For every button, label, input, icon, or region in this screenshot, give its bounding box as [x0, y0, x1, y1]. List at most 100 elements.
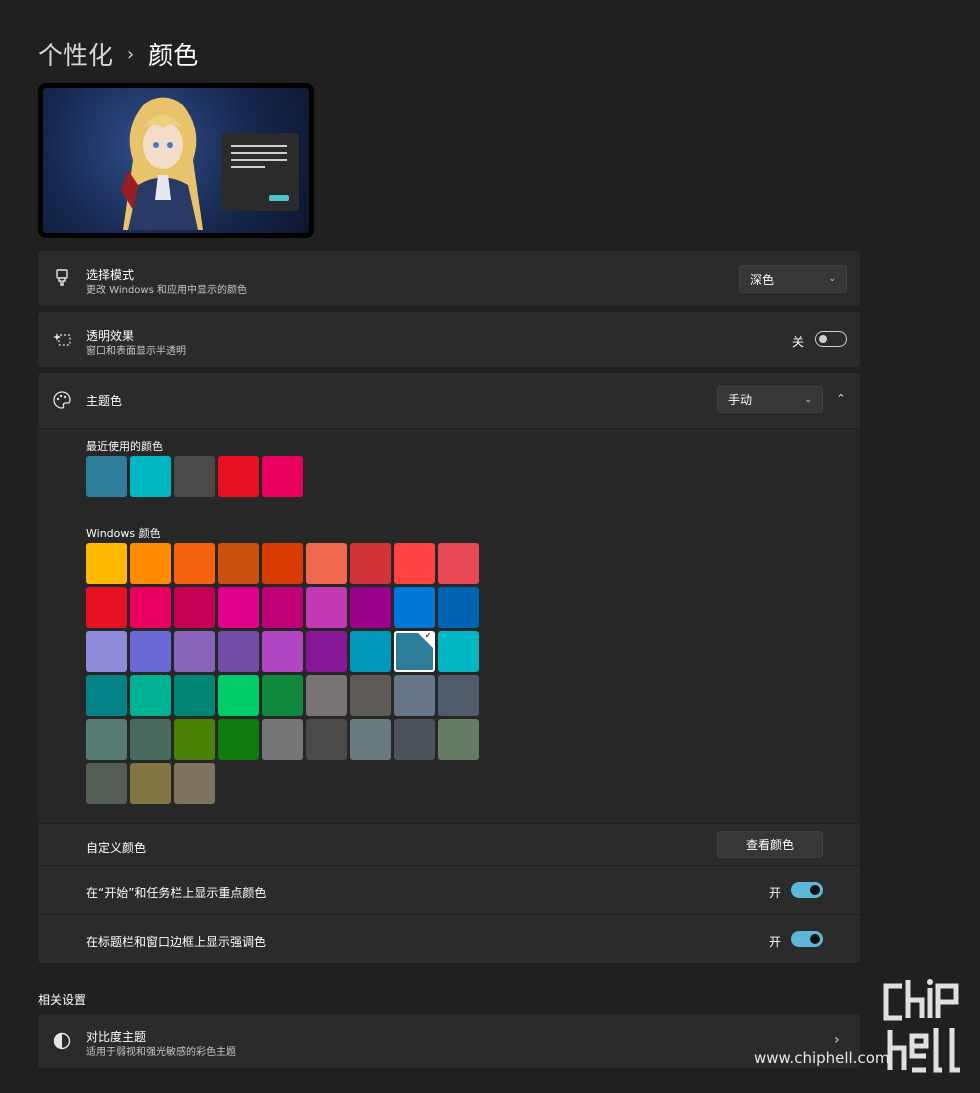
show-accent-on-start-label: 在“开始”和任务栏上显示重点颜色: [86, 886, 267, 900]
contrast-themes-subtitle: 适用于弱视和强光敏感的彩色主题: [86, 1047, 236, 1058]
color-swatch[interactable]: [218, 587, 259, 628]
desktop-preview-wallpaper: [43, 88, 309, 233]
custom-color-label: 自定义颜色: [86, 841, 147, 855]
color-swatch[interactable]: [174, 763, 215, 804]
transparency-toggle-state: 关: [792, 335, 805, 349]
preview-line: [231, 159, 287, 161]
color-swatch[interactable]: [86, 543, 127, 584]
contrast-themes-card[interactable]: 对比度主题 适用于弱视和强光敏感的彩色主题 ›: [38, 1014, 860, 1068]
checkmark-icon: ✓: [418, 633, 433, 648]
color-swatch[interactable]: [130, 763, 171, 804]
color-swatch[interactable]: [438, 719, 479, 760]
color-swatch[interactable]: [438, 631, 479, 672]
color-swatch[interactable]: [130, 456, 171, 497]
color-swatch[interactable]: [262, 587, 303, 628]
toggle-knob: [810, 885, 820, 895]
chevron-down-icon: ⌄: [804, 394, 812, 405]
theme-preview: [38, 83, 314, 238]
color-swatch[interactable]: [438, 543, 479, 584]
color-swatch[interactable]: [130, 631, 171, 672]
show-accent-on-title-bars-state: 开: [769, 935, 782, 949]
color-swatch[interactable]: [86, 631, 127, 672]
color-swatch[interactable]: [262, 543, 303, 584]
show-accent-on-title-bars-label: 在标题栏和窗口边框上显示强调色: [86, 935, 267, 949]
color-swatch[interactable]: [218, 631, 259, 672]
color-swatch[interactable]: [306, 543, 347, 584]
transparency-subtitle: 窗口和表面显示半透明: [86, 346, 186, 357]
recent-colors-label: 最近使用的颜色: [86, 440, 163, 453]
color-swatch[interactable]: [350, 543, 391, 584]
accent-color-title: 主题色: [86, 394, 123, 408]
color-swatch[interactable]: [306, 719, 347, 760]
color-swatch[interactable]: [438, 675, 479, 716]
preview-line: [231, 145, 287, 147]
mode-dropdown[interactable]: 深色 ⌄: [739, 265, 847, 293]
mode-dropdown-value: 深色: [750, 272, 775, 287]
color-swatch[interactable]: ✓: [394, 631, 435, 672]
preview-line: [231, 152, 287, 154]
wallpaper-character-image: [121, 97, 203, 230]
color-swatch[interactable]: [438, 587, 479, 628]
toggle-knob: [810, 934, 820, 944]
color-swatch[interactable]: [130, 675, 171, 716]
color-swatch[interactable]: [394, 719, 435, 760]
breadcrumb: 个性化 › 颜色: [38, 36, 198, 72]
color-swatch[interactable]: [262, 631, 303, 672]
paintbrush-icon: [52, 268, 72, 288]
color-swatch[interactable]: [130, 719, 171, 760]
color-swatch[interactable]: [218, 456, 259, 497]
preview-line: [231, 166, 265, 168]
color-swatch[interactable]: [394, 543, 435, 584]
color-swatch[interactable]: [130, 543, 171, 584]
breadcrumb-separator: ›: [127, 43, 135, 65]
color-swatch[interactable]: [86, 456, 127, 497]
transparency-toggle[interactable]: [815, 331, 847, 347]
color-swatch[interactable]: [86, 763, 127, 804]
color-swatch[interactable]: [394, 587, 435, 628]
preview-window: [221, 133, 299, 211]
color-swatch[interactable]: [174, 631, 215, 672]
related-settings-heading: 相关设置: [38, 993, 87, 1007]
palette-icon: [52, 390, 72, 410]
contrast-icon: [52, 1031, 72, 1051]
chiphell-logo: [883, 979, 960, 1073]
windows-colors-label: Windows 颜色: [86, 527, 161, 540]
color-swatch[interactable]: [218, 675, 259, 716]
transparency-effects-icon: [52, 330, 72, 350]
color-swatch[interactable]: [174, 543, 215, 584]
page-title: 颜色: [148, 41, 199, 70]
section-divider: [38, 823, 860, 824]
show-accent-on-start-toggle[interactable]: [791, 882, 823, 898]
accent-mode-dropdown[interactable]: 手动 ⌄: [717, 386, 823, 413]
color-swatch[interactable]: [218, 543, 259, 584]
color-swatch[interactable]: [86, 675, 127, 716]
breadcrumb-parent-personalization[interactable]: 个性化: [38, 36, 113, 72]
chevron-right-icon: ›: [834, 1032, 840, 1048]
color-swatch[interactable]: [174, 587, 215, 628]
color-swatch[interactable]: [262, 675, 303, 716]
chevron-down-icon: ⌄: [828, 274, 836, 284]
choose-mode-subtitle: 更改 Windows 和应用中显示的颜色: [86, 285, 247, 296]
color-swatch[interactable]: [86, 719, 127, 760]
color-swatch[interactable]: [306, 631, 347, 672]
show-accent-on-title-bars-toggle[interactable]: [791, 931, 823, 947]
color-swatch[interactable]: [86, 587, 127, 628]
color-swatch[interactable]: [350, 719, 391, 760]
collapse-chevron-up-icon[interactable]: ⌃: [833, 390, 849, 406]
color-swatch[interactable]: [350, 587, 391, 628]
color-swatch[interactable]: [130, 587, 171, 628]
section-divider: [38, 865, 860, 866]
color-swatch[interactable]: [174, 456, 215, 497]
preview-button: [269, 195, 289, 201]
color-swatch[interactable]: [306, 587, 347, 628]
color-swatch[interactable]: [218, 719, 259, 760]
color-swatch[interactable]: [262, 456, 303, 497]
color-swatch[interactable]: [394, 675, 435, 716]
color-swatch[interactable]: [350, 675, 391, 716]
color-swatch[interactable]: [350, 631, 391, 672]
color-swatch[interactable]: [306, 675, 347, 716]
color-swatch[interactable]: [174, 719, 215, 760]
color-swatch[interactable]: [174, 675, 215, 716]
view-colors-button[interactable]: 查看颜色: [717, 831, 823, 858]
color-swatch[interactable]: [262, 719, 303, 760]
